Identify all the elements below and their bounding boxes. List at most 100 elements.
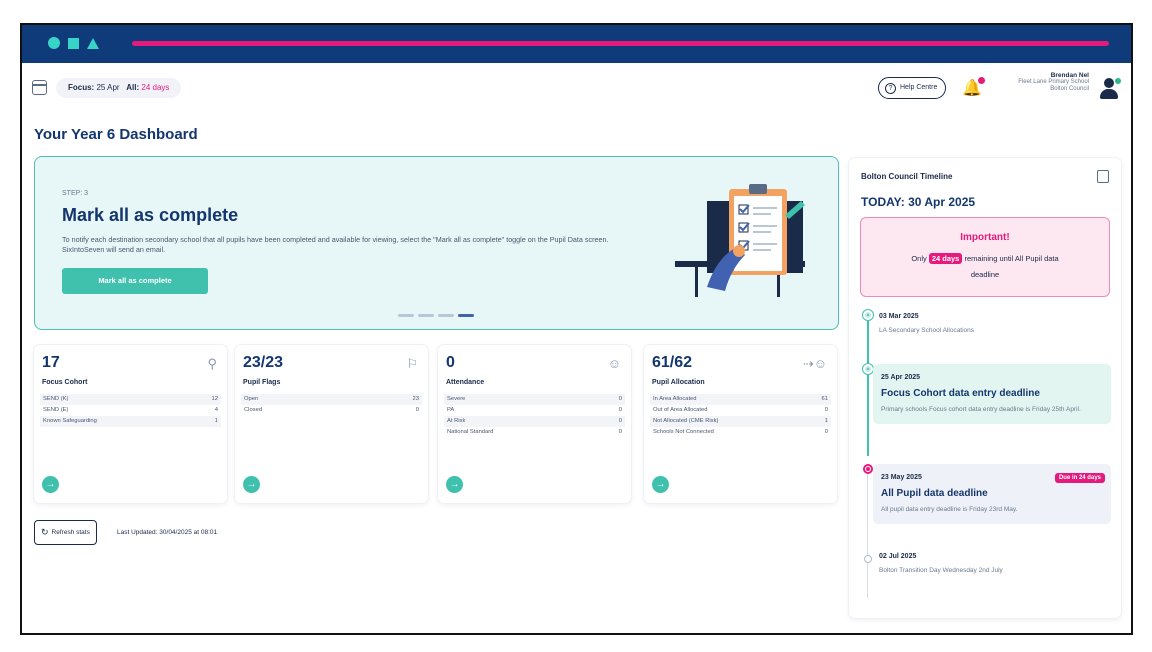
carousel-indicators[interactable] <box>398 314 474 317</box>
step-title: Mark all as complete <box>62 205 239 225</box>
stat-label: Pupil Allocation <box>652 379 705 386</box>
avatar-body <box>1100 89 1118 99</box>
event-subtitle: Bolton Transition Day Wednesday 2nd July <box>879 567 1003 574</box>
stat-value: 61/62 <box>652 354 693 371</box>
online-status-icon <box>1115 78 1121 84</box>
stat-row-value: 0 <box>618 407 622 413</box>
event-subtitle: All pupil data entry deadline is Friday … <box>881 506 1018 513</box>
event-date: 02 Jul 2025 <box>879 553 917 560</box>
stat-row-value: 1 <box>214 418 218 424</box>
carousel-dot[interactable] <box>418 314 434 317</box>
stat-row-label: In Area Allocated <box>653 396 697 402</box>
avatar-head <box>1104 78 1114 88</box>
user-arrow-icon: ⇢☺ <box>802 356 827 371</box>
arrow-right-button[interactable]: → <box>652 476 669 493</box>
arrow-right-button[interactable]: → <box>42 476 59 493</box>
arrow-right-button[interactable]: → <box>446 476 463 493</box>
carousel-dot-active[interactable] <box>458 314 474 317</box>
user-council: Bolton Council <box>1050 86 1089 92</box>
pupil-allocation-card: 61/62 Pupil Allocation ⇢☺ In Area Alloca… <box>644 345 837 503</box>
stat-row-label: Schools Not Connected <box>653 429 714 435</box>
stat-row-value: 1 <box>824 418 828 424</box>
stat-row-value: 4 <box>214 407 218 413</box>
stat-row-label: Open <box>244 396 259 402</box>
stat-row: National Standard 0 <box>444 427 625 438</box>
timeline-event: 23 May 2025 All Pupil data deadline All … <box>873 464 1111 524</box>
stat-value: 17 <box>42 354 60 371</box>
banner-accent-line <box>132 41 1109 46</box>
user-school: Fleet Lane Primary School <box>1018 79 1089 85</box>
stat-row: At Risk 0 <box>444 416 625 427</box>
important-pre: Only <box>911 254 927 263</box>
today-date: TODAY: 30 Apr 2025 <box>861 195 976 209</box>
step-carousel-card: STEP: 3 Mark all as complete To notify e… <box>34 156 839 330</box>
avatar[interactable] <box>1099 78 1121 100</box>
user-name: Brendan Nel <box>1050 72 1089 79</box>
page-title: Your Year 6 Dashboard <box>34 126 198 143</box>
focus-summary-pill: Focus: 25 Apr All: 24 days <box>56 78 182 98</box>
stat-row-label: Closed <box>244 407 263 413</box>
important-days-highlight: 24 days <box>928 253 963 264</box>
stat-row-label: Known Safeguarding <box>43 418 97 424</box>
app-frame: Focus: 25 Apr All: 24 days ? Help Centre… <box>20 23 1133 635</box>
stat-row-value: 0 <box>415 407 419 413</box>
timeline-marker-future <box>864 555 872 563</box>
event-title: All Pupil data deadline <box>881 488 988 499</box>
event-subtitle: LA Secondary School Allocations <box>879 327 975 334</box>
stat-row: SEND (K) 12 <box>40 394 221 405</box>
arrow-right-button[interactable]: → <box>243 476 260 493</box>
stat-value: 0 <box>446 354 455 371</box>
checklist-illustration <box>675 184 805 297</box>
stat-row: SEND (E) 4 <box>40 405 221 416</box>
help-centre-label: Help Centre <box>900 84 938 91</box>
flag-icon: ⚐ <box>406 356 418 371</box>
stat-row-value: 0 <box>618 429 622 435</box>
event-date: 03 Mar 2025 <box>879 313 919 320</box>
stat-row: Out of Area Allocated 0 <box>650 405 831 416</box>
notification-badge <box>977 77 985 84</box>
stat-row-label: Not Allocated (CME Risk) <box>653 418 719 424</box>
stat-row: Closed 0 <box>241 405 422 416</box>
triangle-logo-shape <box>87 37 99 49</box>
users-icon: ☺ <box>607 356 621 371</box>
stat-row-label: SEND (K) <box>43 396 69 402</box>
pupil-flags-card: 23/23 Pupil Flags ⚐ Open 23 Closed 0 → <box>235 345 428 503</box>
page-header: Focus: 25 Apr All: 24 days ? Help Centre… <box>22 69 1131 107</box>
council-timeline-panel: Bolton Council Timeline TODAY: 30 Apr 20… <box>849 158 1121 618</box>
step-label: STEP: 3 <box>62 190 89 197</box>
timeline-marker-current <box>863 464 873 474</box>
mark-all-complete-button[interactable]: Mark all as complete <box>62 268 208 294</box>
carousel-dot[interactable] <box>438 314 454 317</box>
stat-row-label: National Standard <box>447 429 494 435</box>
brand-logo <box>48 37 99 49</box>
stat-row-value: 0 <box>618 418 622 424</box>
stat-label: Attendance <box>446 379 485 386</box>
event-date: 25 Apr 2025 <box>881 374 921 381</box>
help-centre-button[interactable]: ? Help Centre <box>878 77 947 99</box>
calendar-icon[interactable] <box>1097 170 1109 183</box>
notifications-bell-icon[interactable]: 🔔 <box>962 77 985 98</box>
timeline-event: 03 Mar 2025 LA Secondary School Allocati… <box>879 313 1111 335</box>
timeline-title: Bolton Council Timeline <box>861 172 953 181</box>
stat-row-value: 0 <box>824 429 828 435</box>
stat-row-value: 12 <box>211 396 218 402</box>
stat-row: Severe 0 <box>444 394 625 405</box>
timeline-event: 02 Jul 2025 Bolton Transition Day Wednes… <box>879 553 1111 575</box>
all-label: All: <box>126 83 140 92</box>
stat-row-label: Out of Area Allocated <box>653 407 708 413</box>
search-icon: ⚲ <box>207 356 217 371</box>
stat-label: Pupil Flags <box>243 379 281 386</box>
important-post: remaining until All Pupil data deadline <box>964 254 1059 279</box>
important-heading: Important! <box>960 232 1010 243</box>
stat-row: Schools Not Connected 0 <box>650 427 831 438</box>
stat-row-value: 0 <box>824 407 828 413</box>
user-info[interactable]: Brendan Nel Fleet Lane Primary School Bo… <box>997 72 1089 93</box>
all-value: 24 days <box>141 83 170 92</box>
carousel-dot[interactable] <box>398 314 414 317</box>
refresh-label: Refresh stats <box>51 529 90 536</box>
refresh-stats-button[interactable]: ↻ Refresh stats <box>34 520 97 545</box>
calendar-icon[interactable] <box>32 80 47 95</box>
event-subtitle: Primary schools Focus cohort data entry … <box>881 406 1081 413</box>
stat-row: In Area Allocated 61 <box>650 394 831 405</box>
question-icon: ? <box>885 82 896 94</box>
